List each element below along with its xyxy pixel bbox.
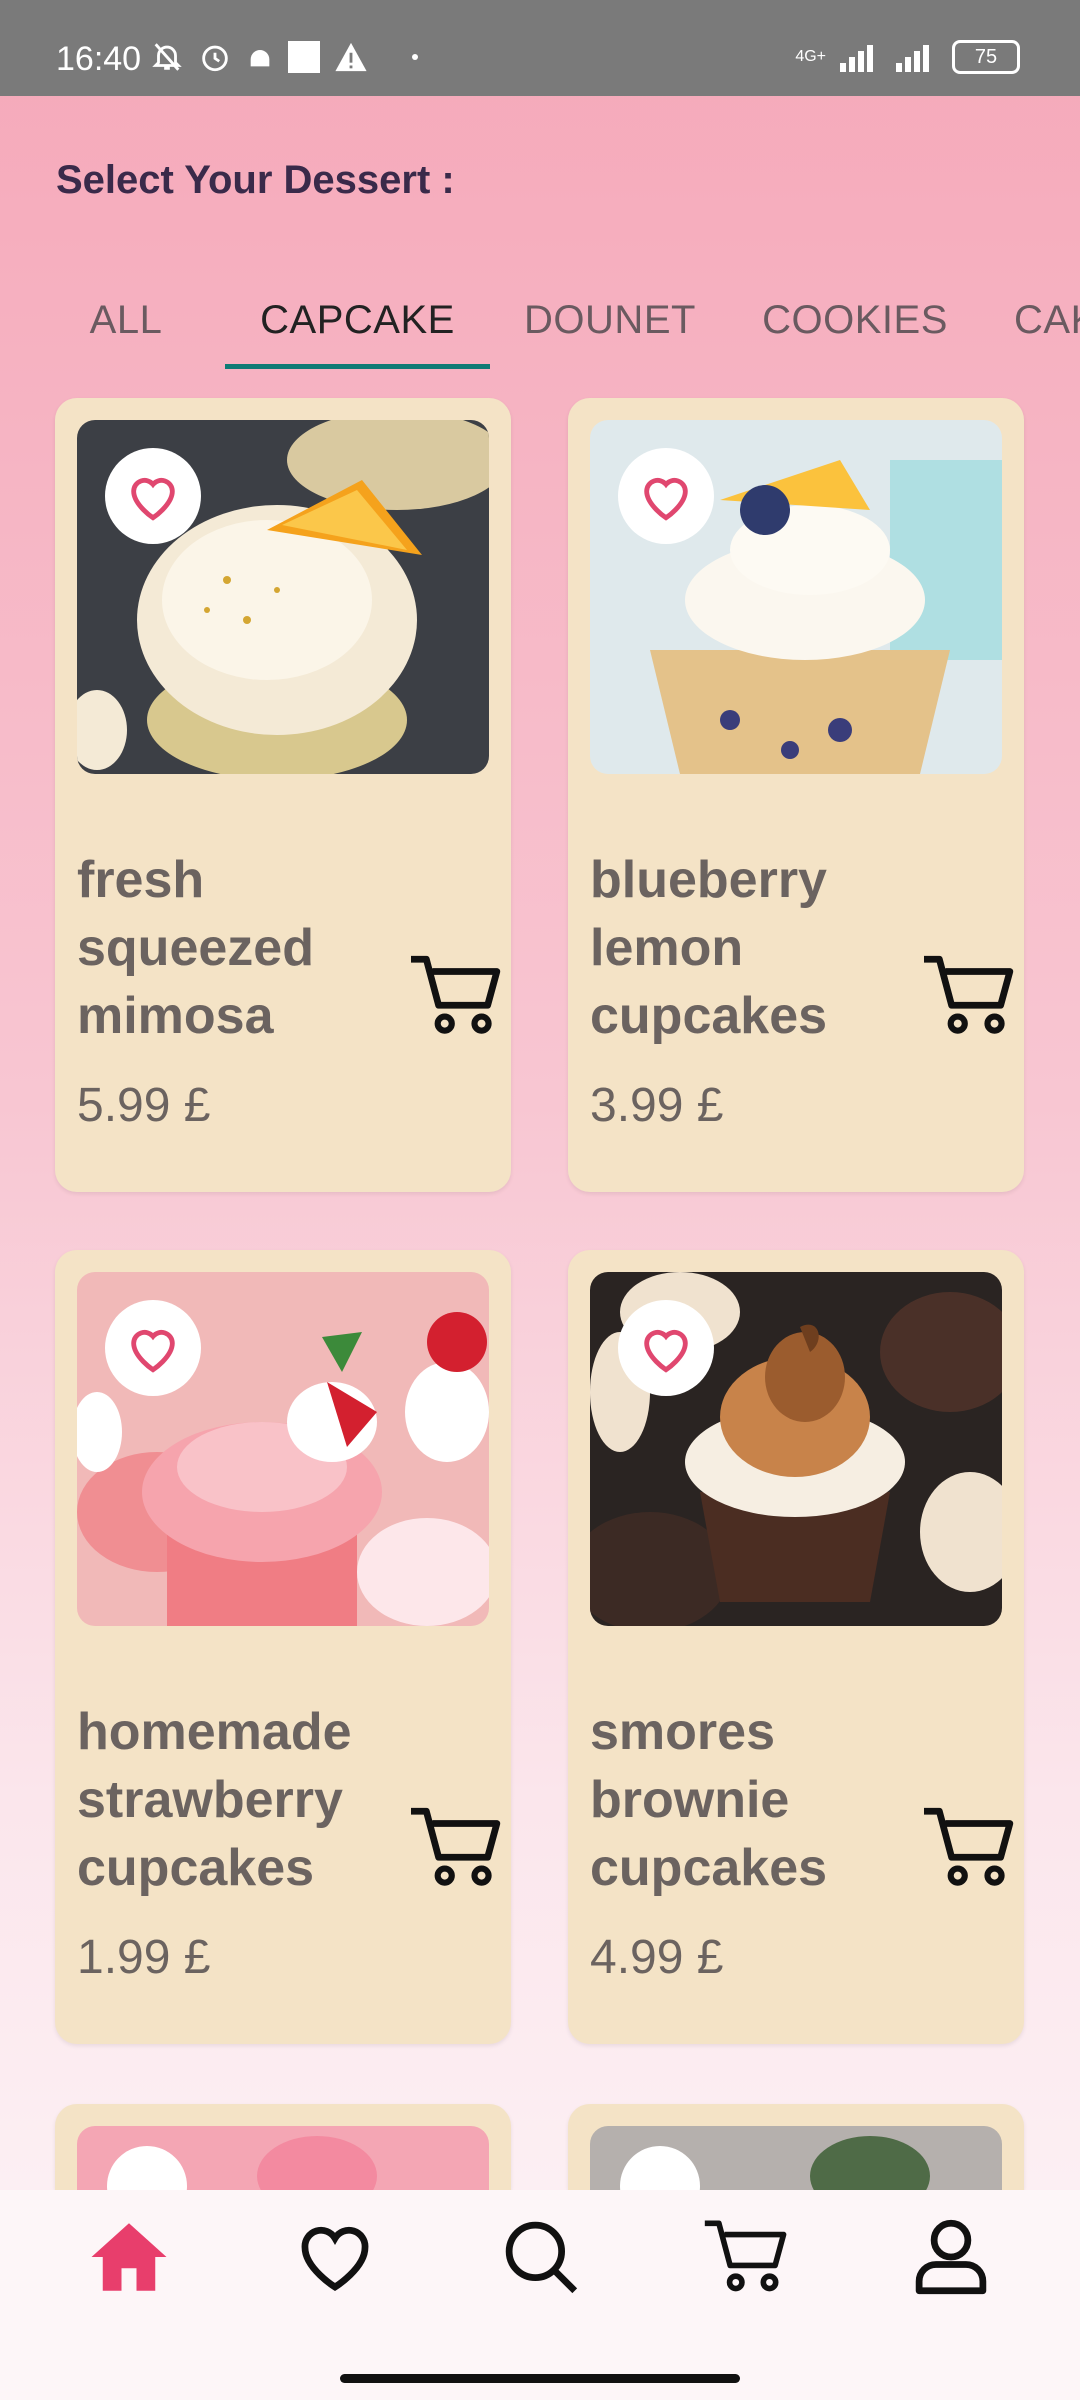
heart-icon xyxy=(301,2226,369,2291)
product-card[interactable]: smores brownie cupcakes 4.99 £ xyxy=(568,1250,1024,2044)
tab-cake[interactable]: CAKE xyxy=(1000,268,1080,372)
product-card[interactable]: fresh squeezed mimosa 5.99 £ xyxy=(55,398,511,1192)
gesture-home-bar[interactable] xyxy=(340,2374,740,2383)
profile-icon xyxy=(915,2219,987,2295)
cart-icon xyxy=(411,955,501,1034)
product-name: smores brownie cupcakes xyxy=(590,1703,828,1897)
mute-bell-icon xyxy=(152,43,182,71)
square-icon xyxy=(288,41,320,73)
heart-outline-icon xyxy=(644,1329,688,1373)
status-icons xyxy=(150,40,418,74)
nav-favorites[interactable] xyxy=(290,2212,380,2302)
product-card[interactable] xyxy=(568,2104,1024,2190)
battery-icon: 75 xyxy=(952,40,1020,74)
status-right: 4G+ 75 xyxy=(795,40,1020,74)
cart-icon xyxy=(704,2220,787,2292)
product-price: 4.99 £ xyxy=(590,1931,724,1984)
product-price: 3.99 £ xyxy=(590,1079,724,1132)
tab-dounet[interactable]: DOUNET xyxy=(510,268,710,372)
product-image xyxy=(590,2126,1002,2190)
status-time: 16:40 xyxy=(56,40,142,78)
product-card[interactable] xyxy=(55,2104,511,2190)
status-bar: 16:40 4G+ 75 xyxy=(0,0,1080,96)
search-icon xyxy=(505,2221,578,2294)
product-price: 5.99 £ xyxy=(77,1079,211,1132)
product-card[interactable]: homemade strawberry cupcakes 1.99 £ xyxy=(55,1250,511,2044)
tab-indicator xyxy=(225,364,490,369)
nav-home[interactable] xyxy=(84,2212,174,2302)
tab-cookies[interactable]: COOKIES xyxy=(740,268,970,372)
home-icon xyxy=(91,2223,167,2291)
page-title: Select Your Dessert : xyxy=(56,158,455,202)
bottom-navigation xyxy=(0,2190,1080,2400)
favorite-button[interactable] xyxy=(105,448,201,544)
product-card[interactable]: blueberry lemon cupcakes 3.99 £ xyxy=(568,398,1024,1192)
dot-icon xyxy=(412,54,418,60)
product-name: blueberry lemon cupcakes xyxy=(590,851,828,1045)
signal-icon-2 xyxy=(896,45,929,72)
nav-search[interactable] xyxy=(496,2212,586,2302)
favorite-button[interactable] xyxy=(618,1300,714,1396)
add-to-cart-button[interactable] xyxy=(407,950,507,1042)
alarm-icon xyxy=(202,45,228,72)
heart-outline-icon xyxy=(644,477,688,521)
add-to-cart-button[interactable] xyxy=(920,950,1020,1042)
cart-icon xyxy=(924,955,1014,1034)
product-name: fresh squeezed mimosa xyxy=(77,851,314,1045)
category-tabs: ALL CAPCAKE DOUNET COOKIES CAKE xyxy=(0,268,1080,372)
add-to-cart-button[interactable] xyxy=(407,1802,507,1894)
product-price: 1.99 £ xyxy=(77,1931,211,1984)
cart-icon xyxy=(411,1807,501,1886)
heart-outline-icon xyxy=(131,1329,175,1373)
network-type: 4G+ xyxy=(795,48,826,65)
heart-outline-icon xyxy=(131,477,175,521)
nav-profile[interactable] xyxy=(906,2212,996,2302)
add-to-cart-button[interactable] xyxy=(920,1802,1020,1894)
cart-icon xyxy=(924,1807,1014,1886)
mosque-icon xyxy=(250,50,270,67)
warning-icon xyxy=(335,42,367,72)
favorite-button[interactable] xyxy=(618,448,714,544)
tab-capcake[interactable]: CAPCAKE xyxy=(225,268,490,372)
nav-cart[interactable] xyxy=(702,2212,792,2302)
favorite-button[interactable] xyxy=(105,1300,201,1396)
signal-icon xyxy=(840,45,873,72)
tab-all[interactable]: ALL xyxy=(56,268,196,372)
product-image xyxy=(77,2126,489,2190)
product-name: homemade strawberry cupcakes xyxy=(77,1703,352,1897)
